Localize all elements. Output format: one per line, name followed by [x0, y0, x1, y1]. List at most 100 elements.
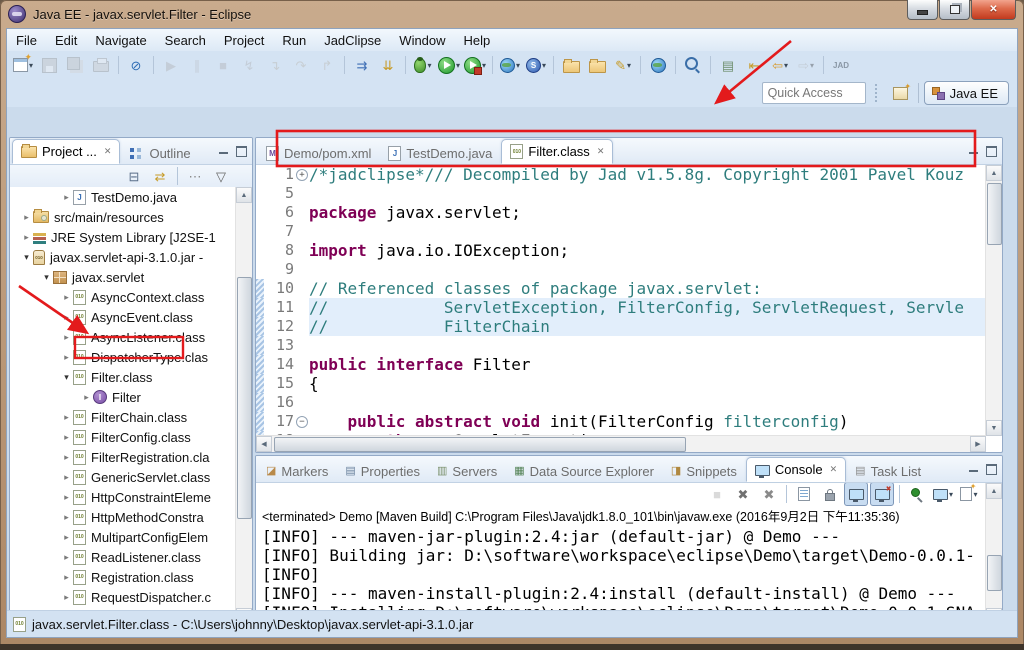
scroll-left-arrow[interactable]: ◀	[256, 436, 272, 452]
scroll-up-arrow[interactable]: ▲	[236, 187, 252, 203]
expand-arrow-icon[interactable]: ▸	[60, 592, 73, 603]
view-tab-project[interactable]: Project ... ✕	[12, 139, 121, 164]
menu-edit[interactable]: Edit	[46, 30, 86, 51]
remove-all-launches-button[interactable]: ✖	[757, 482, 781, 506]
menu-run[interactable]: Run	[273, 30, 315, 51]
collapse-arrow-icon[interactable]: ▾	[40, 272, 53, 283]
code-line-8[interactable]: 8 import java.io.IOException;	[256, 241, 986, 260]
fold-expanded-icon[interactable]: −	[296, 416, 308, 428]
filters-button[interactable]: ⋯	[183, 164, 207, 188]
jadclipse-button[interactable]: JAD	[829, 53, 853, 77]
menu-jadclipse[interactable]: JadClipse	[315, 30, 390, 51]
expand-arrow-icon[interactable]: ▸	[80, 392, 93, 403]
editor-vertical-scrollbar[interactable]: ▲ ▼	[985, 165, 1002, 436]
tree-item-asynclistener-class[interactable]: ▸ AsyncListener.class	[10, 327, 236, 347]
code-line-16[interactable]: 16	[256, 393, 986, 412]
scroll-up-arrow[interactable]: ▲	[986, 483, 1002, 499]
tree-item-javax-servlet-api-3-1-0-jar[interactable]: ▾ javax.servlet-api-3.1.0.jar -	[10, 247, 236, 267]
show-stderr-button[interactable]	[870, 482, 894, 506]
tree-item-javax-servlet[interactable]: ▾ javax.servlet	[10, 267, 236, 287]
expand-arrow-icon[interactable]: ▸	[20, 232, 33, 243]
view-tab-snippets[interactable]: ◨ Snippets	[663, 460, 745, 482]
menu-help[interactable]: Help	[455, 30, 500, 51]
tree-item-filter[interactable]: ▸ Filter	[10, 387, 236, 407]
expand-arrow-icon[interactable]: ▸	[60, 492, 73, 503]
tree-item-requestdispatcher-c[interactable]: ▸ RequestDispatcher.c	[10, 587, 236, 607]
view-tab-servers[interactable]: ▥ Servers	[429, 460, 505, 482]
minimize-view-button[interactable]	[219, 149, 228, 154]
code-line-10[interactable]: 10 // Referenced classes of package javax…	[256, 279, 986, 298]
menu-file[interactable]: File	[7, 30, 46, 51]
expand-arrow-icon[interactable]: ▸	[60, 532, 73, 543]
tree-item-dispatchertype-clas[interactable]: ▸ DispatcherType.clas	[10, 347, 236, 367]
menu-project[interactable]: Project	[215, 30, 273, 51]
editor-tab-testdemo-java[interactable]: TestDemo.java	[380, 142, 500, 164]
expand-arrow-icon[interactable]: ▸	[60, 432, 73, 443]
code-editor[interactable]: 1 +/*jadclipse*/// Decompiled by Jad v1.5…	[256, 165, 986, 436]
new-web-service-button[interactable]: ▾	[498, 53, 522, 77]
maximize-view-button[interactable]	[236, 146, 247, 157]
skip-all-breakpoints-button[interactable]: ⊘	[124, 53, 148, 77]
tree-item-httpconstrainteleme[interactable]: ▸ HttpConstraintEleme	[10, 487, 236, 507]
expand-arrow-icon[interactable]: ▸	[60, 472, 73, 483]
view-tab-data-source-explorer[interactable]: ▦ Data Source Explorer	[506, 460, 662, 482]
scroll-up-arrow[interactable]: ▲	[986, 165, 1002, 181]
code-line-13[interactable]: 13	[256, 336, 986, 355]
highlight-button[interactable]: ✎ ▾	[611, 53, 635, 77]
toggle-breadcrumb-button[interactable]: ⇊	[376, 53, 400, 77]
close-icon[interactable]: ✕	[104, 146, 112, 157]
open-resource-button[interactable]	[585, 53, 609, 77]
new-wizard-button[interactable]: ▾	[11, 52, 35, 77]
new-service-button[interactable]: ▾	[524, 53, 548, 77]
perspective-java-ee-button[interactable]: Java EE	[923, 81, 1009, 105]
menu-navigate[interactable]: Navigate	[86, 30, 155, 51]
scroll-lock-button[interactable]	[818, 482, 842, 506]
scroll-thumb[interactable]	[274, 437, 686, 452]
tree-item-httpmethodconstra[interactable]: ▸ HttpMethodConstra	[10, 507, 236, 527]
back-button[interactable]: ⇦ ▾	[768, 53, 792, 77]
expand-arrow-icon[interactable]: ▸	[60, 352, 73, 363]
scroll-thumb[interactable]	[987, 183, 1002, 245]
view-tab-task-list[interactable]: ▤ Task List	[847, 460, 929, 482]
code-line-1[interactable]: 1 +/*jadclipse*/// Decompiled by Jad v1.5…	[256, 165, 986, 184]
debug-button[interactable]: ▾	[411, 53, 435, 77]
close-icon[interactable]: ✕	[830, 464, 838, 475]
editor-tab-filter-class[interactable]: Filter.class ✕	[501, 139, 614, 164]
editor-tab-demo-pom-xml[interactable]: Demo/pom.xml	[258, 142, 379, 164]
pin-console-button[interactable]	[905, 482, 929, 506]
code-line-5[interactable]: 5	[256, 184, 986, 203]
open-console-button[interactable]: ▾	[957, 482, 981, 506]
tree-item-asynccontext-class[interactable]: ▸ AsyncContext.class	[10, 287, 236, 307]
restore-button[interactable]	[939, 0, 970, 20]
menu-search[interactable]: Search	[156, 30, 215, 51]
expand-arrow-icon[interactable]: ▸	[60, 572, 73, 583]
tree-item-genericservlet-class[interactable]: ▸ GenericServlet.class	[10, 467, 236, 487]
show-selected-element-button[interactable]: ⇉	[350, 53, 374, 77]
scroll-right-arrow[interactable]: ▶	[970, 436, 986, 452]
tree-item-testdemo-java[interactable]: ▸ TestDemo.java	[10, 187, 236, 207]
explorer-vertical-scrollbar[interactable]: ▲ ▼	[235, 187, 252, 624]
scroll-thumb[interactable]	[987, 555, 1002, 591]
open-web-browser-button[interactable]	[646, 53, 670, 77]
maximize-view-button[interactable]	[986, 464, 997, 475]
tree-item-filterconfig-class[interactable]: ▸ FilterConfig.class	[10, 427, 236, 447]
tree-item-filter-class[interactable]: ▾ Filter.class	[10, 367, 236, 387]
expand-arrow-icon[interactable]: ▸	[20, 212, 33, 223]
expand-arrow-icon[interactable]: ▸	[60, 412, 73, 423]
search-button[interactable]	[681, 53, 705, 77]
code-line-12[interactable]: 12 // FilterChain	[256, 317, 986, 336]
code-line-6[interactable]: 6 package javax.servlet;	[256, 203, 986, 222]
open-task-button[interactable]: ▤	[716, 53, 740, 77]
open-perspective-button[interactable]	[889, 82, 913, 104]
console-vertical-scrollbar[interactable]: ▲ ▼	[985, 483, 1002, 624]
editor-horizontal-scrollbar[interactable]: ◀ ▶	[256, 435, 986, 452]
code-line-15[interactable]: 15 {	[256, 374, 986, 393]
tree-item-multipartconfigelem[interactable]: ▸ MultipartConfigElem	[10, 527, 236, 547]
expand-arrow-icon[interactable]: ▸	[60, 312, 73, 323]
code-line-7[interactable]: 7	[256, 222, 986, 241]
expand-arrow-icon[interactable]: ▸	[60, 452, 73, 463]
tree-item-asyncevent-class[interactable]: ▸ AsyncEvent.class	[10, 307, 236, 327]
show-stdout-button[interactable]	[844, 482, 868, 506]
run-button[interactable]: ▾	[437, 53, 461, 77]
tree-item-jre-system-library-j2se-1[interactable]: ▸ JRE System Library [J2SE-1	[10, 227, 236, 247]
